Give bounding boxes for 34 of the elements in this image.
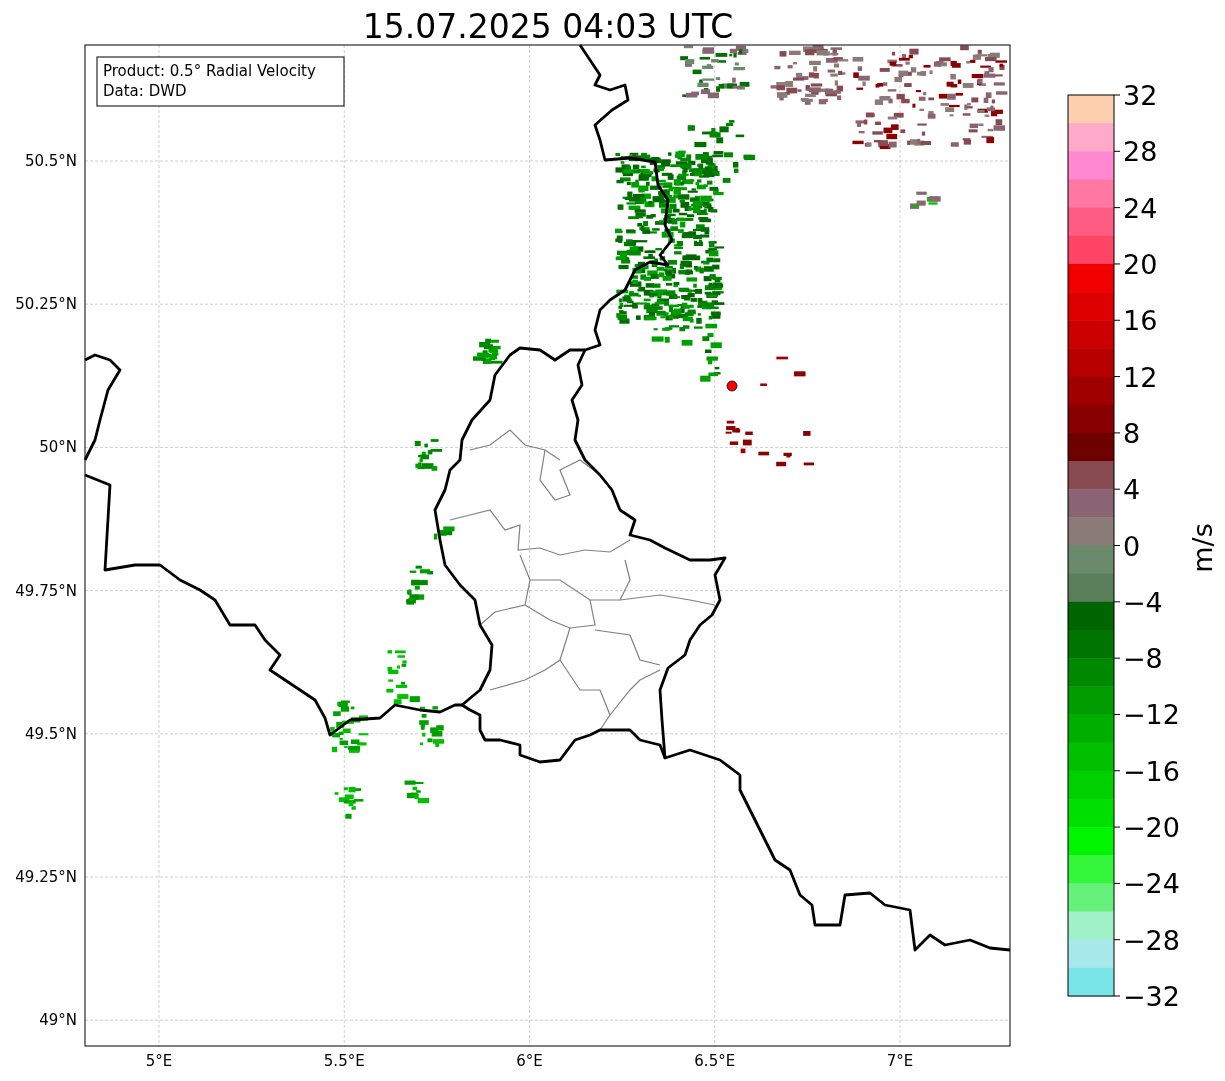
legend-text: Product: 0.5° Radial Velocity	[103, 62, 316, 80]
latitude-label: 49°N	[39, 1011, 77, 1030]
longitude-label: 6°E	[516, 1052, 543, 1070]
longitude-label: 5°E	[145, 1052, 173, 1070]
latitude-label: 49.5°N	[24, 724, 77, 743]
legend-text: Data: DWD	[103, 82, 187, 100]
radar-site-marker	[726, 380, 738, 392]
longitude-label: 6.5°E	[694, 1052, 736, 1070]
chart-title: 15.07.2025 04:03 UTC	[362, 7, 734, 46]
colorbar-tick-label: −28	[1123, 924, 1180, 956]
colorbar-tick-label: −12	[1123, 699, 1180, 731]
colorbar-tick-label: 12	[1123, 361, 1158, 393]
colorbar-tick-label: 20	[1123, 248, 1158, 280]
colorbar-tick-label: 4	[1123, 474, 1141, 506]
longitude-label: 5.5°E	[323, 1052, 365, 1070]
colorbar-tick-label: −24	[1123, 868, 1180, 900]
latitude-label: 50.25°N	[15, 295, 77, 314]
longitude-label: 7°E	[886, 1052, 914, 1070]
colorbar-tick-label: 8	[1123, 417, 1141, 449]
colorbar-tick-label: −16	[1123, 755, 1180, 787]
colorbar-tick-label: −32	[1123, 981, 1180, 1012]
colorbar-tick-label: 28	[1123, 136, 1158, 168]
colorbar-tick-label: −20	[1123, 812, 1180, 844]
colorbar-unit-label: m/s	[1187, 523, 1218, 573]
latitude-label: 50°N	[39, 438, 77, 457]
latitude-label: 49.25°N	[15, 868, 77, 886]
colorbar-tick-label: −4	[1123, 586, 1163, 618]
latitude-label: 49.75°N	[15, 581, 77, 600]
colorbar-tick-label: −8	[1123, 643, 1163, 675]
colorbar-tick-label: 32	[1123, 80, 1158, 111]
latitude-label: 50.5°N	[24, 152, 77, 170]
colorbar-tick-label: 16	[1123, 305, 1158, 337]
colorbar-tick-label: 0	[1123, 530, 1141, 562]
colorbar-tick-label: 24	[1123, 192, 1158, 224]
